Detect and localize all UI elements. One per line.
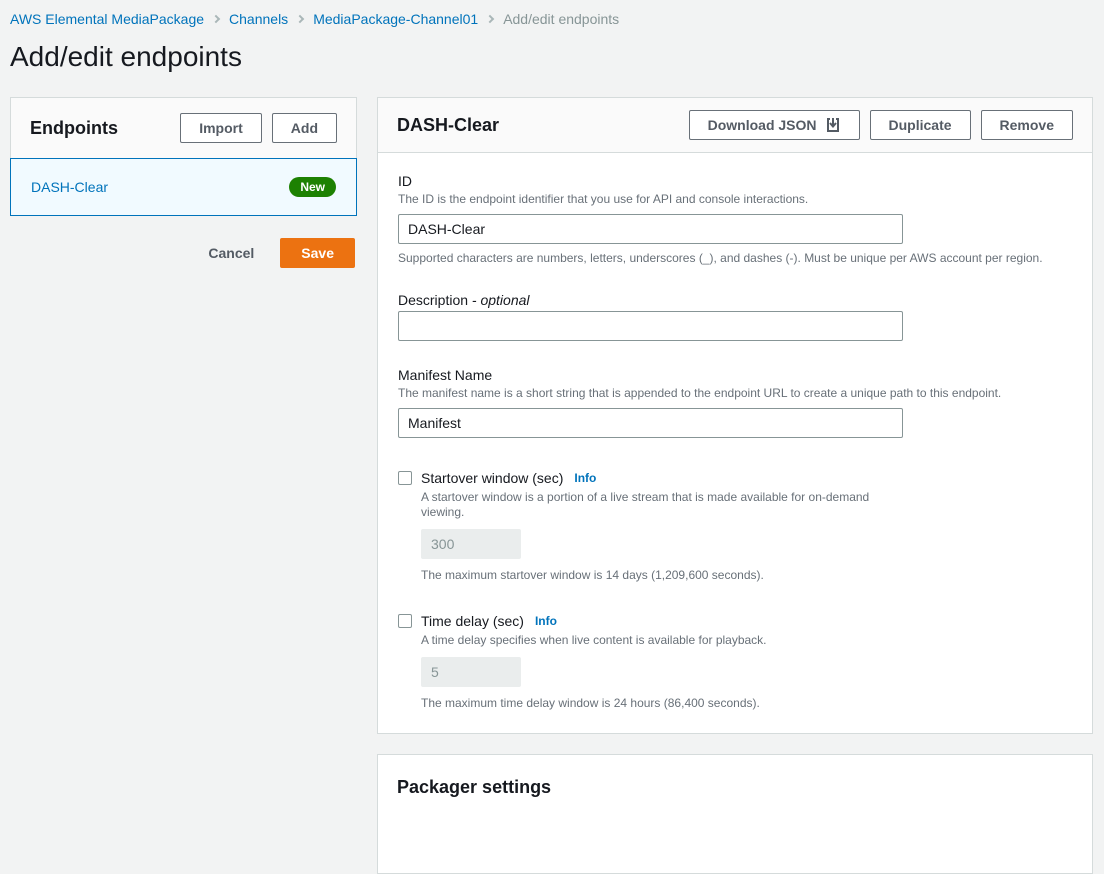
page-title: Add/edit endpoints <box>10 41 1093 73</box>
breadcrumb-link-mediapackage[interactable]: AWS Elemental MediaPackage <box>10 11 204 27</box>
save-button[interactable]: Save <box>280 238 355 268</box>
description-field-group: Description - optional <box>398 292 1072 341</box>
id-hint: Supported characters are numbers, letter… <box>398 251 1072 266</box>
startover-window-label: Startover window (sec) <box>421 470 563 486</box>
packager-settings-panel: Packager settings <box>377 754 1093 874</box>
packager-settings-header: Packager settings <box>378 755 1092 820</box>
endpoints-panel-title: Endpoints <box>30 118 118 139</box>
manifest-name-field-group: Manifest Name The manifest name is a sho… <box>398 367 1072 438</box>
import-button[interactable]: Import <box>180 113 262 143</box>
mediapackage-add-edit-endpoints-page: AWS Elemental MediaPackage Channels Medi… <box>0 0 1104 874</box>
id-label: ID <box>398 173 1072 189</box>
time-delay-field-group: Time delay (sec) Info A time delay speci… <box>398 613 1072 711</box>
download-json-button[interactable]: Download JSON <box>689 110 860 140</box>
endpoints-panel-header: Endpoints Import Add <box>11 98 356 159</box>
breadcrumb-link-channel01[interactable]: MediaPackage-Channel01 <box>313 11 478 27</box>
time-delay-hint: The maximum time delay window is 24 hour… <box>421 696 1072 711</box>
manifest-name-label: Manifest Name <box>398 367 1072 383</box>
time-delay-label: Time delay (sec) <box>421 613 524 629</box>
startover-window-field-group: Startover window (sec) Info A startover … <box>398 470 1072 583</box>
id-input[interactable] <box>398 214 903 244</box>
startover-window-input <box>421 529 521 559</box>
endpoints-panel: Endpoints Import Add DASH-Clear New <box>10 97 357 216</box>
endpoint-editor-title: DASH-Clear <box>397 115 499 136</box>
id-description: The ID is the endpoint identifier that y… <box>398 192 1072 207</box>
time-delay-description: A time delay specifies when live content… <box>421 633 911 648</box>
cancel-button[interactable]: Cancel <box>208 245 254 261</box>
startover-window-info-link[interactable]: Info <box>574 471 596 485</box>
manifest-name-description: The manifest name is a short string that… <box>398 386 1072 401</box>
endpoint-editor-panel: DASH-Clear Download JSON <box>377 97 1093 734</box>
breadcrumb-separator-icon <box>486 15 494 23</box>
endpoint-list-item-dash-clear[interactable]: DASH-Clear New <box>10 158 357 216</box>
remove-button[interactable]: Remove <box>981 110 1073 140</box>
id-field-group: ID The ID is the endpoint identifier tha… <box>398 173 1072 266</box>
new-badge: New <box>289 177 336 197</box>
startover-window-description: A startover window is a portion of a liv… <box>421 490 911 520</box>
time-delay-info-link[interactable]: Info <box>535 614 557 628</box>
form-actions: Cancel Save <box>10 238 357 268</box>
startover-window-hint: The maximum startover window is 14 days … <box>421 568 1072 583</box>
breadcrumb-separator-icon <box>296 15 304 23</box>
breadcrumb-link-channels[interactable]: Channels <box>229 11 288 27</box>
duplicate-button[interactable]: Duplicate <box>870 110 971 140</box>
time-delay-input <box>421 657 521 687</box>
packager-settings-title: Packager settings <box>397 777 551 798</box>
description-label: Description <box>398 292 468 308</box>
endpoint-editor-header: DASH-Clear Download JSON <box>378 98 1092 153</box>
breadcrumb-separator-icon <box>212 15 220 23</box>
description-optional-label: - optional <box>472 292 530 308</box>
endpoint-item-name[interactable]: DASH-Clear <box>31 179 108 195</box>
download-json-label: Download JSON <box>708 116 817 134</box>
description-input[interactable] <box>398 311 903 341</box>
breadcrumb-current: Add/edit endpoints <box>503 11 619 27</box>
download-icon <box>825 117 841 133</box>
time-delay-checkbox[interactable] <box>398 614 412 628</box>
manifest-name-input[interactable] <box>398 408 903 438</box>
add-button[interactable]: Add <box>272 113 337 143</box>
startover-window-checkbox[interactable] <box>398 471 412 485</box>
breadcrumb: AWS Elemental MediaPackage Channels Medi… <box>10 10 1093 28</box>
